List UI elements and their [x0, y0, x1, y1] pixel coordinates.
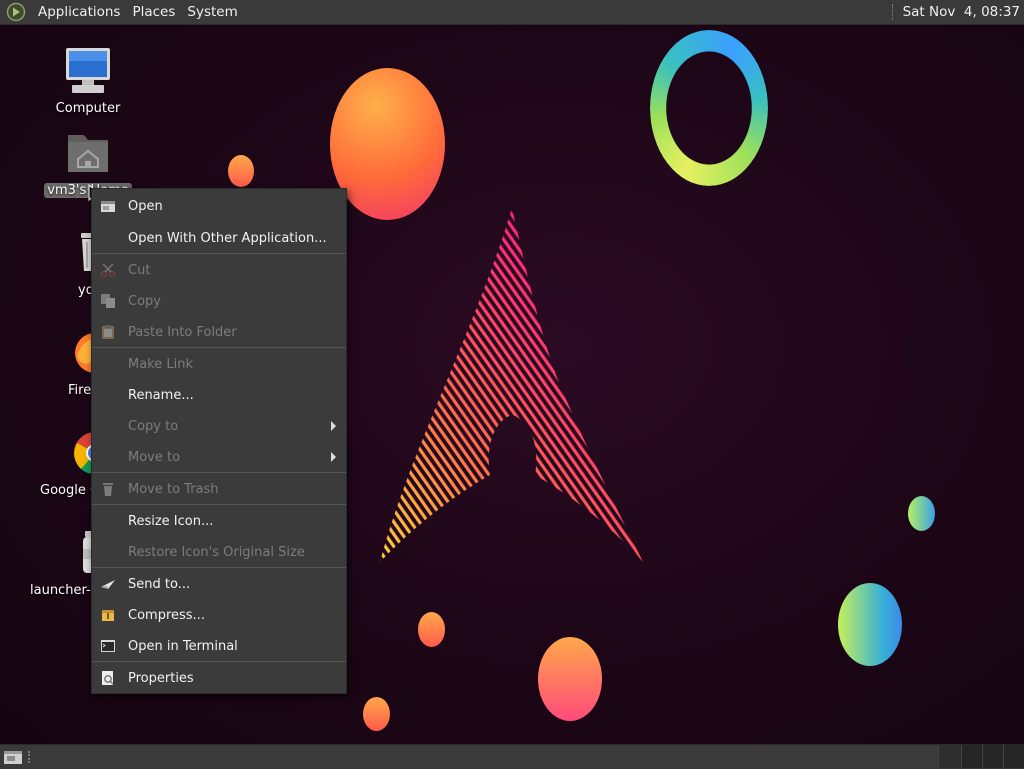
- orange-dot-lower: [363, 697, 390, 731]
- copy-icon: [101, 294, 115, 308]
- orange-dot-small: [228, 155, 254, 187]
- menu-item-open-with[interactable]: Open With Other Application...: [92, 224, 346, 252]
- menu-item-copy[interactable]: Copy: [92, 287, 346, 315]
- menu-separator: [92, 472, 346, 473]
- bottom-panel: [0, 744, 1024, 769]
- menu-item-properties[interactable]: Properties: [92, 664, 346, 692]
- menu-item-cut[interactable]: Cut: [92, 256, 346, 284]
- menu-item-make-link[interactable]: Make Link: [92, 350, 346, 378]
- menu-item-paste-into-folder[interactable]: Paste Into Folder: [92, 318, 346, 346]
- orange-circle-large: [330, 68, 445, 220]
- menu-separator: [92, 661, 346, 662]
- properties-icon: [102, 671, 114, 685]
- top-panel: Applications Places System Sat Nov 4, 08…: [0, 0, 1024, 25]
- panel-handle: [28, 751, 34, 763]
- orange-circle-bottom: [538, 637, 602, 721]
- workspace-1[interactable]: [938, 745, 961, 768]
- context-menu: Open Open With Other Application... Cut …: [91, 188, 347, 694]
- menu-item-open-in-terminal[interactable]: Open in Terminal: [92, 632, 346, 660]
- menu-separator: [92, 253, 346, 254]
- submenu-arrow-icon: [331, 452, 336, 462]
- menu-separator: [92, 504, 346, 505]
- applications-menu[interactable]: Applications: [32, 4, 126, 20]
- archive-icon: [102, 610, 114, 621]
- workspace-switcher: [938, 745, 1024, 769]
- menu-item-open[interactable]: Open: [92, 192, 346, 220]
- green-blue-circle: [838, 583, 902, 666]
- menu-item-rename[interactable]: Rename...: [92, 381, 346, 409]
- places-menu[interactable]: Places: [126, 4, 181, 20]
- scissors-icon: [100, 263, 116, 278]
- menu-item-copy-to[interactable]: Copy to: [92, 412, 346, 440]
- workspace-2[interactable]: [961, 745, 982, 768]
- terminal-icon: [101, 640, 115, 652]
- send-icon: [101, 580, 115, 589]
- menu-item-send-to[interactable]: Send to...: [92, 570, 346, 598]
- menu-separator: [92, 567, 346, 568]
- trash-icon: [103, 483, 113, 496]
- submenu-arrow-icon: [331, 421, 336, 431]
- home-folder-icon: [68, 135, 108, 172]
- menu-item-restore-icon-size[interactable]: Restore Icon's Original Size: [92, 538, 346, 566]
- mate-menu-icon[interactable]: [6, 2, 26, 22]
- menu-separator: [92, 347, 346, 348]
- menu-item-resize-icon[interactable]: Resize Icon...: [92, 507, 346, 535]
- menu-item-move-to[interactable]: Move to: [92, 443, 346, 471]
- show-desktop-icon[interactable]: [3, 748, 23, 766]
- paste-icon: [102, 325, 114, 339]
- workspace-3[interactable]: [982, 745, 1003, 768]
- desktop-icon-label: Computer: [55, 101, 121, 116]
- menu-item-compress[interactable]: Compress...: [92, 601, 346, 629]
- desktop-icon-computer[interactable]: Computer: [38, 45, 138, 116]
- panel-handle: [891, 4, 895, 20]
- arch-logo: [380, 208, 643, 562]
- open-icon: [101, 201, 115, 212]
- system-menu[interactable]: System: [181, 4, 243, 20]
- menu-item-move-to-trash[interactable]: Move to Trash: [92, 475, 346, 503]
- workspace-4[interactable]: [1003, 745, 1024, 768]
- gradient-ring: [650, 30, 768, 186]
- orange-dot-mid: [418, 612, 445, 647]
- clock[interactable]: Sat Nov 4, 08:37: [903, 4, 1020, 20]
- computer-icon: [66, 48, 110, 93]
- green-blue-dot-small: [908, 496, 935, 531]
